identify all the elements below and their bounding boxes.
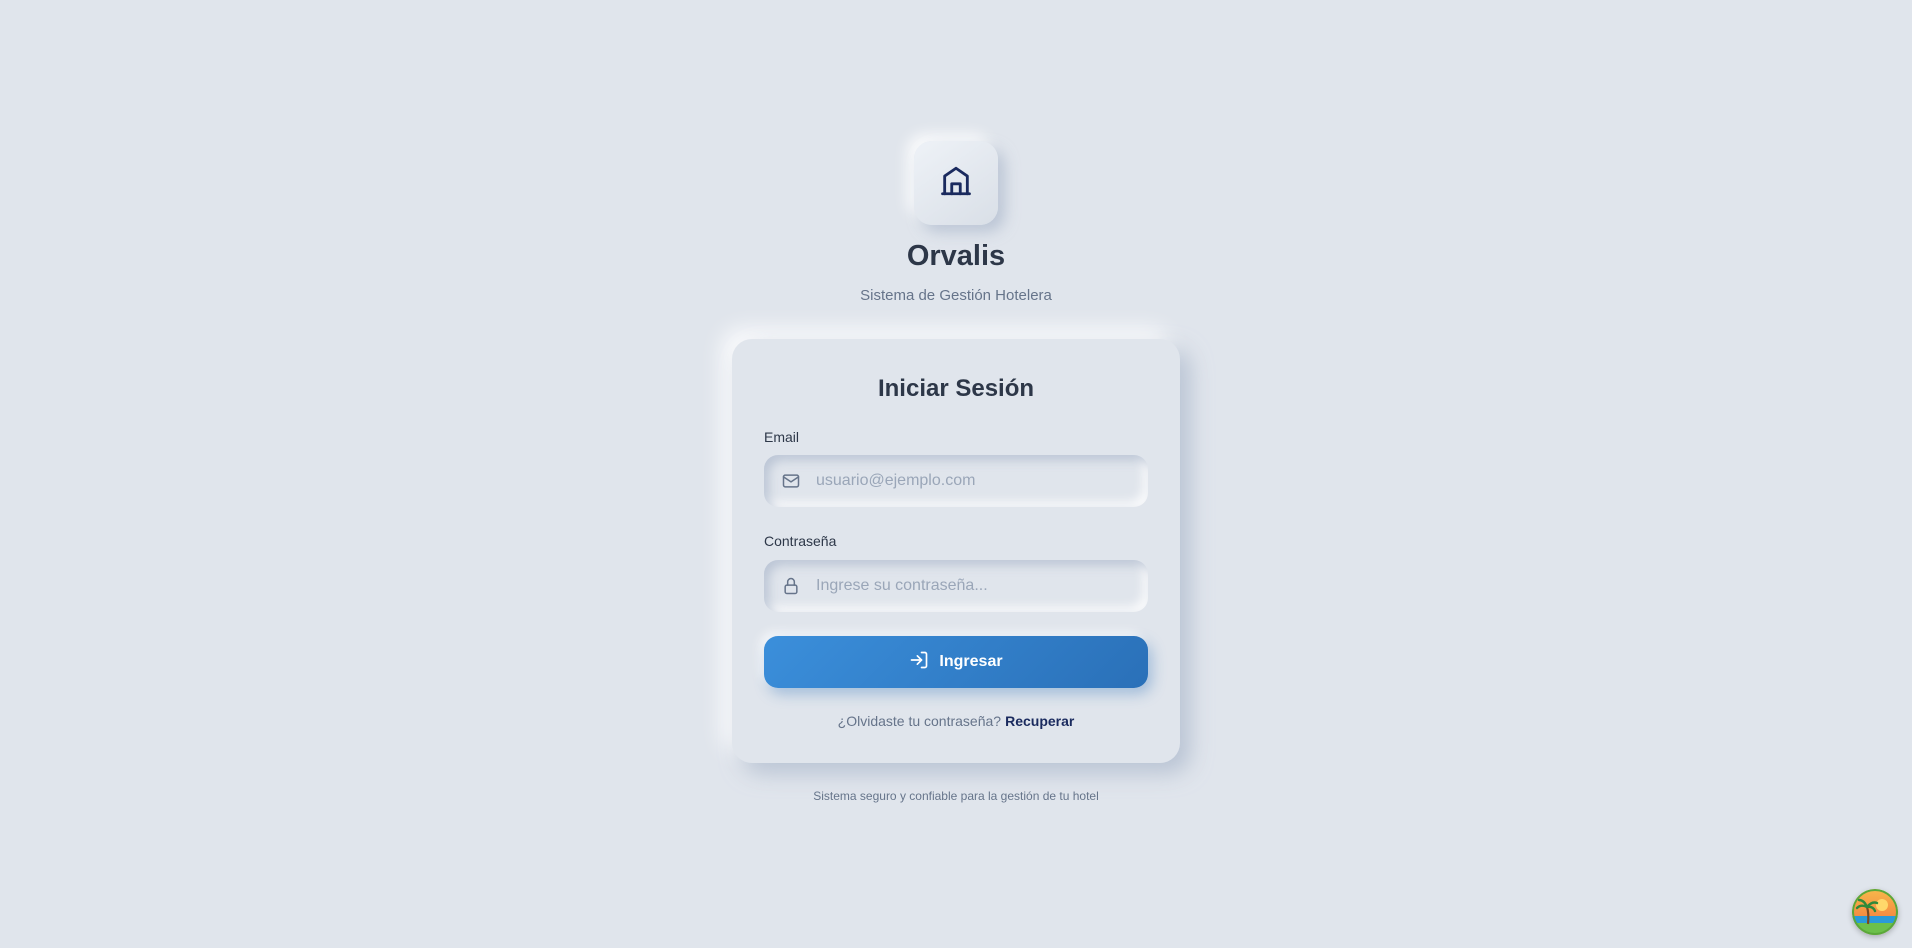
login-button[interactable]: Ingresar bbox=[764, 636, 1148, 688]
forgot-password-text: ¿Olvidaste tu contraseña? bbox=[837, 713, 1002, 729]
brand-logo bbox=[914, 141, 998, 225]
lock-icon bbox=[780, 575, 802, 597]
forgot-password-row: ¿Olvidaste tu contraseña? Recuperar bbox=[732, 713, 1180, 729]
beach-avatar-icon[interactable] bbox=[1852, 889, 1898, 935]
brand-subtitle: Sistema de Gestión Hotelera bbox=[860, 287, 1052, 304]
login-title: Iniciar Sesión bbox=[877, 375, 1035, 402]
login-button-label: Ingresar bbox=[939, 653, 1003, 670]
login-card: Iniciar Sesión Email Contraseña bbox=[732, 339, 1180, 763]
email-field[interactable] bbox=[764, 455, 1148, 507]
recover-password-link[interactable]: Recuperar bbox=[1005, 713, 1074, 729]
password-input[interactable] bbox=[814, 576, 1134, 596]
log-in-icon bbox=[909, 650, 929, 675]
mail-icon bbox=[780, 470, 802, 492]
login-page: Orvalis Sistema de Gestión Hotelera Inic… bbox=[0, 0, 1912, 948]
brand-name: Orvalis bbox=[906, 240, 1006, 272]
building-icon bbox=[939, 164, 973, 203]
password-label: Contraseña bbox=[764, 533, 837, 549]
email-input[interactable] bbox=[814, 471, 1134, 491]
password-field[interactable] bbox=[764, 560, 1148, 612]
email-label: Email bbox=[764, 429, 800, 445]
footer-text: Sistema seguro y confiable para la gesti… bbox=[813, 789, 1099, 803]
